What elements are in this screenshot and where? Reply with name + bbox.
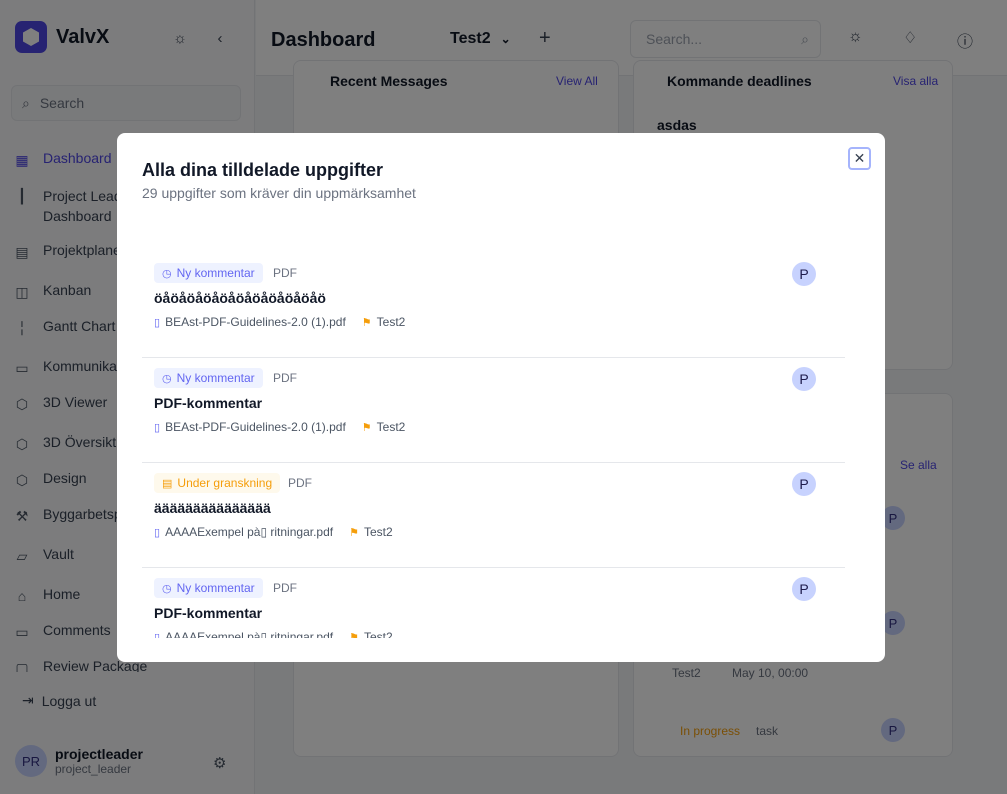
close-button[interactable]: ✕ bbox=[848, 147, 871, 170]
modal-subtitle: 29 uppgifter som kräver din uppmärksamhe… bbox=[142, 185, 416, 201]
flag-icon: ⚑ bbox=[349, 631, 359, 639]
status-badge: ◷ Ny kommentar bbox=[154, 368, 263, 388]
clock-icon: ◷ bbox=[162, 582, 172, 595]
task-meta: ▯ BEAst-PDF-Guidelines-2.0 (1).pdf ⚑ Test… bbox=[154, 420, 405, 434]
task-item[interactable]: ▤ Under granskning PDF äääääääääääääää ▯… bbox=[142, 463, 845, 568]
task-title: äääääääääääääää bbox=[154, 500, 271, 516]
file-icon: ▯ bbox=[154, 526, 161, 539]
flag-icon: ⚑ bbox=[361, 316, 372, 329]
task-project: Test2 bbox=[363, 525, 393, 539]
status-badge: ▤ Under granskning bbox=[154, 473, 281, 493]
avatar: P bbox=[792, 472, 816, 496]
assigned-tasks-modal: Alla dina tilldelade uppgifter 29 uppgif… bbox=[117, 133, 885, 662]
task-list[interactable]: ◷ Ny kommentar PDF öåöåöåöåöåöåöåöåöåöåö… bbox=[142, 253, 845, 638]
flag-icon: ⚑ bbox=[349, 526, 359, 539]
task-type: PDF bbox=[273, 371, 297, 385]
file-icon: ▯ bbox=[154, 631, 161, 639]
task-meta: ▯ BEAst-PDF-Guidelines-2.0 (1).pdf ⚑ Test… bbox=[154, 315, 405, 329]
clock-icon: ◷ bbox=[162, 267, 172, 280]
status-badge: ◷ Ny kommentar bbox=[154, 263, 263, 283]
task-project: Test2 bbox=[376, 420, 406, 434]
task-title: öåöåöåöåöåöåöåöåöåöåö bbox=[154, 290, 326, 306]
task-type: PDF bbox=[273, 581, 297, 595]
status-badge-label: Ny kommentar bbox=[176, 371, 255, 385]
task-type: PDF bbox=[273, 266, 297, 280]
task-title: PDF-kommentar bbox=[154, 605, 263, 621]
avatar: P bbox=[792, 577, 816, 601]
avatar: P bbox=[792, 262, 816, 286]
task-meta: ▯ AAAAExempel pà▯ ritningar.pdf ⚑ Test2 bbox=[154, 525, 393, 539]
task-item[interactable]: ◷ Ny kommentar PDF öåöåöåöåöåöåöåöåöåöåö… bbox=[142, 253, 845, 358]
close-icon: ✕ bbox=[853, 150, 866, 166]
task-item[interactable]: ◷ Ny kommentar PDF PDF-kommentar ▯ BEAst… bbox=[142, 358, 845, 463]
task-project: Test2 bbox=[376, 315, 406, 329]
task-type: PDF bbox=[288, 476, 312, 490]
task-meta: ▯ AAAAExempel pà▯ ritningar.pdf ⚑ Test2 bbox=[154, 630, 393, 638]
status-badge: ◷ Ny kommentar bbox=[154, 578, 263, 598]
clock-icon: ◷ bbox=[162, 372, 172, 385]
task-title: PDF-kommentar bbox=[154, 395, 263, 411]
calendar-icon: ▤ bbox=[162, 477, 173, 490]
status-badge-label: Ny kommentar bbox=[176, 266, 255, 280]
modal-title: Alla dina tilldelade uppgifter bbox=[142, 160, 384, 180]
status-badge-label: Ny kommentar bbox=[176, 581, 255, 595]
status-badge-label: Under granskning bbox=[177, 476, 273, 490]
task-file: AAAAExempel pà▯ ritningar.pdf bbox=[165, 630, 334, 638]
file-icon: ▯ bbox=[154, 316, 161, 329]
task-item[interactable]: ◷ Ny kommentar PDF PDF-kommentar ▯ AAAAE… bbox=[142, 568, 845, 638]
task-file: BEAst-PDF-Guidelines-2.0 (1).pdf bbox=[165, 315, 346, 329]
flag-icon: ⚑ bbox=[361, 421, 372, 434]
task-file: BEAst-PDF-Guidelines-2.0 (1).pdf bbox=[165, 420, 346, 434]
task-file: AAAAExempel pà▯ ritningar.pdf bbox=[165, 525, 334, 539]
file-icon: ▯ bbox=[154, 421, 161, 434]
task-project: Test2 bbox=[363, 630, 393, 638]
avatar: P bbox=[792, 367, 816, 391]
